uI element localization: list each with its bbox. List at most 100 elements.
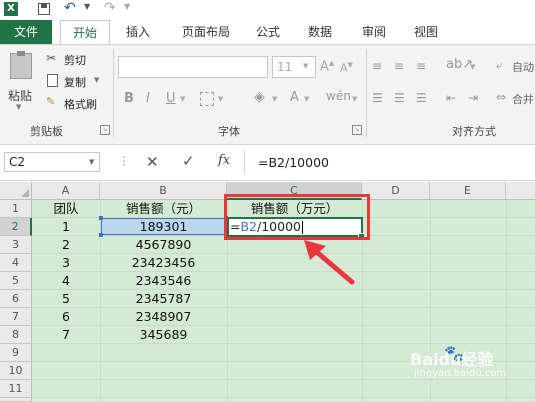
tab-formulas[interactable]: 公式 <box>248 20 288 44</box>
cell-a4[interactable]: 3 <box>32 254 100 272</box>
fill-color-dropdown-icon[interactable]: ▼ <box>272 95 277 103</box>
cell-b6[interactable]: 2345787 <box>100 290 227 308</box>
phonetic-dropdown-icon[interactable]: ▼ <box>352 95 357 103</box>
align-center-icon[interactable]: ☰ <box>394 91 405 105</box>
tab-page-layout[interactable]: 页面布局 <box>170 20 242 44</box>
brush-icon: ✎ <box>46 95 56 108</box>
increase-font-icon[interactable]: A▲ <box>320 59 334 74</box>
align-top-icon[interactable]: ≡ <box>372 59 382 73</box>
copy-icon <box>47 74 58 87</box>
font-size-select[interactable]: 11 ▼ <box>272 56 316 78</box>
cell-b2[interactable]: 189301 <box>100 218 227 236</box>
orientation-dropdown-icon[interactable]: ▼ <box>470 63 475 71</box>
decrease-indent-icon[interactable]: ⇤ <box>446 91 456 105</box>
font-name-select[interactable] <box>118 56 268 78</box>
format-painter-label: 格式刷 <box>64 98 97 111</box>
increase-indent-icon[interactable]: ⇥ <box>468 91 478 105</box>
select-all-corner[interactable] <box>0 182 32 200</box>
merge-center-button[interactable]: ⇔ 合并 <box>496 89 535 107</box>
row-header-7[interactable]: 7 <box>0 308 32 326</box>
underline-icon[interactable]: U <box>166 91 176 106</box>
clipboard-launcher-icon[interactable]: ↘ <box>100 125 110 135</box>
wrap-text-button[interactable]: ⤶ 自动 <box>496 57 535 75</box>
row-header-1[interactable]: 1 <box>0 200 32 218</box>
font-launcher-icon[interactable]: ↘ <box>352 125 362 135</box>
cell-b5[interactable]: 2343546 <box>100 272 227 290</box>
row-header-2[interactable]: 2 <box>0 218 32 236</box>
redo-icon[interactable]: ↷ <box>104 0 116 16</box>
wrap-text-label: 自动 <box>512 61 534 74</box>
column-header-d[interactable]: D <box>362 182 430 200</box>
row-header-8[interactable]: 8 <box>0 326 32 344</box>
formula-bar-grip-icon: ⋮ <box>118 154 130 168</box>
undo-icon[interactable]: ↶ <box>64 0 76 16</box>
column-header-a[interactable]: A <box>32 182 100 200</box>
cell-b1[interactable]: 销售额（元） <box>100 200 227 218</box>
column-header-f[interactable] <box>506 182 535 200</box>
row-header-11[interactable]: 11 <box>0 380 32 398</box>
cell-a5[interactable]: 4 <box>32 272 100 290</box>
row-header-6[interactable]: 6 <box>0 290 32 308</box>
align-right-icon[interactable]: ☰ <box>416 91 427 105</box>
borders-icon[interactable] <box>200 92 214 106</box>
ribbon-tabs: 文件 开始 插入 页面布局 公式 数据 审阅 视图 <box>0 20 535 44</box>
cancel-icon[interactable]: ✕ <box>146 153 159 171</box>
watermark-brand: Baidu经验 <box>410 350 494 369</box>
undo-dropdown-icon[interactable]: ▼ <box>84 2 90 11</box>
column-header-e[interactable]: E <box>430 182 506 200</box>
tab-insert[interactable]: 插入 <box>118 20 158 44</box>
cell-b3[interactable]: 4567890 <box>100 236 227 254</box>
row-header-3[interactable]: 3 <box>0 236 32 254</box>
cell-b8[interactable]: 345689 <box>100 326 227 344</box>
tab-data[interactable]: 数据 <box>300 20 340 44</box>
font-color-icon[interactable]: A <box>290 90 299 105</box>
enter-icon[interactable]: ✓ <box>182 152 195 170</box>
cell-b7[interactable]: 2348907 <box>100 308 227 326</box>
row-header-4[interactable]: 4 <box>0 254 32 272</box>
tab-view[interactable]: 视图 <box>406 20 446 44</box>
cut-button[interactable]: ✂ 剪切 <box>46 51 96 67</box>
insert-function-icon[interactable]: fx <box>218 153 230 168</box>
worksheet-grid[interactable]: A B C D E 1 2 3 4 5 6 7 8 9 10 11 =B2/10… <box>0 182 535 402</box>
row-header-9[interactable]: 9 <box>0 344 32 362</box>
paste-icon <box>10 51 32 79</box>
cell-a7[interactable]: 6 <box>32 308 100 326</box>
redo-dropdown-icon[interactable]: ▼ <box>124 2 130 11</box>
paste-button[interactable]: 粘贴 ▼ <box>6 51 36 111</box>
save-icon[interactable] <box>38 3 50 15</box>
borders-dropdown-icon[interactable]: ▼ <box>218 95 223 103</box>
row-header-12[interactable] <box>0 398 32 402</box>
decrease-font-icon[interactable]: A▼ <box>340 61 353 75</box>
underline-dropdown-icon[interactable]: ▼ <box>180 95 185 103</box>
column-header-b[interactable]: B <box>100 182 227 200</box>
tab-home[interactable]: 开始 <box>60 20 110 44</box>
phonetic-icon[interactable]: wén <box>326 89 351 103</box>
font-color-dropdown-icon[interactable]: ▼ <box>304 95 309 103</box>
format-painter-button[interactable]: ✎ 格式刷 <box>46 95 106 111</box>
annotation-highlight-box <box>224 194 370 240</box>
row-header-5[interactable]: 5 <box>0 272 32 290</box>
clipboard-group-label: 剪贴板 <box>30 125 63 138</box>
tab-review[interactable]: 审阅 <box>354 20 394 44</box>
fill-color-icon[interactable]: ◈ <box>254 89 265 105</box>
bold-icon[interactable]: B <box>124 91 134 106</box>
cell-a2[interactable]: 1 <box>32 218 100 236</box>
name-box[interactable]: C2 ▼ <box>4 152 100 172</box>
cell-a3[interactable]: 2 <box>32 236 100 254</box>
tab-file[interactable]: 文件 <box>0 20 52 44</box>
align-middle-icon[interactable]: ≡ <box>394 59 404 73</box>
cell-a8[interactable]: 7 <box>32 326 100 344</box>
align-left-icon[interactable]: ☰ <box>372 91 383 105</box>
cell-a1[interactable]: 团队 <box>32 200 100 218</box>
wrap-text-icon: ⤶ <box>496 58 503 72</box>
scissors-icon: ✂ <box>46 51 57 65</box>
cell-a6[interactable]: 5 <box>32 290 100 308</box>
cell-b4[interactable]: 23423456 <box>100 254 227 272</box>
merge-center-label: 合并 <box>512 93 534 106</box>
italic-icon[interactable]: I <box>146 91 150 106</box>
align-bottom-icon[interactable]: ≡ <box>416 59 426 73</box>
font-group-label: 字体 <box>218 125 240 138</box>
copy-button[interactable]: 复制 ▼ <box>46 73 106 89</box>
formula-input[interactable]: =B2/10000 <box>250 152 535 172</box>
row-header-10[interactable]: 10 <box>0 362 32 380</box>
